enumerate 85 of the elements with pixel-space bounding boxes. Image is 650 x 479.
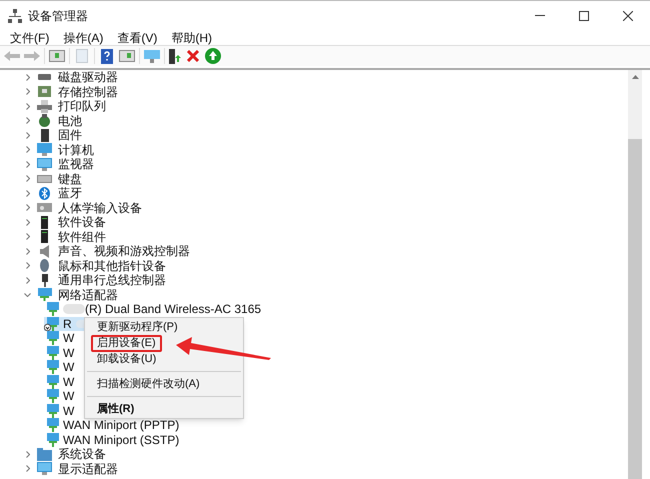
- up-arrow-circle-icon[interactable]: [205, 48, 221, 64]
- panel-icon[interactable]: [49, 50, 65, 62]
- maximize-icon: [579, 10, 589, 20]
- bluetooth-icon: [39, 186, 50, 200]
- keyboard-icon: [37, 174, 52, 183]
- speaker-icon: [40, 244, 49, 258]
- usb-plug-icon: [42, 274, 48, 287]
- menu-item[interactable]: 查看(V): [111, 28, 164, 46]
- context-menu-item[interactable]: 更新驱动程序(P): [97, 320, 178, 334]
- battery-icon: [37, 114, 52, 128]
- category-label[interactable]: 显示适配器: [58, 462, 118, 476]
- monitor-icon[interactable]: [144, 50, 160, 62]
- context-menu-item[interactable]: 启用设备(E): [91, 334, 162, 352]
- expand-chevron-icon[interactable]: [26, 102, 30, 110]
- category-label[interactable]: 软件组件: [58, 230, 106, 244]
- context-menu-item[interactable]: 属性(R): [97, 402, 134, 416]
- expand-chevron-icon[interactable]: [26, 465, 30, 472]
- expand-chevron-icon[interactable]: [26, 117, 30, 124]
- category-label[interactable]: 监视器: [58, 157, 94, 172]
- mouse-icon: [40, 259, 49, 272]
- expand-chevron-icon[interactable]: [26, 218, 30, 226]
- category-label[interactable]: 打印队列: [58, 99, 106, 114]
- minimize-icon: [535, 15, 545, 16]
- expand-chevron-icon[interactable]: [26, 175, 30, 182]
- expand-chevron-icon[interactable]: [26, 74, 30, 81]
- menu-item[interactable]: 文件(F): [4, 28, 56, 46]
- menu-item[interactable]: 帮助(H): [165, 28, 218, 46]
- adapter-label[interactable]: W: [63, 374, 74, 389]
- blur-patch: [63, 304, 85, 314]
- expand-chevron-icon[interactable]: [26, 190, 30, 197]
- expand-chevron-icon[interactable]: [26, 160, 30, 168]
- adapter-label[interactable]: W: [63, 360, 74, 374]
- expand-chevron-icon[interactable]: [26, 262, 30, 270]
- category-label[interactable]: 网络适配器: [58, 288, 118, 302]
- window-title: 设备管理器: [28, 8, 88, 24]
- adapter-label[interactable]: W: [63, 389, 74, 404]
- network-icon: [37, 288, 52, 302]
- expand-chevron-icon[interactable]: [26, 146, 30, 154]
- monitor-icon: [37, 462, 52, 476]
- category-label[interactable]: 蓝牙: [58, 186, 82, 200]
- category-label[interactable]: 鼠标和其他指针设备: [58, 258, 166, 273]
- category-label[interactable]: 人体学输入设备: [58, 200, 142, 215]
- help-icon[interactable]: [101, 48, 113, 64]
- expand-chevron-icon[interactable]: [26, 88, 30, 96]
- scrollbar[interactable]: [628, 70, 642, 479]
- printer-icon: [37, 100, 52, 113]
- adapter-label[interactable]: WAN Miniport (PPTP): [63, 418, 180, 432]
- scroll-up-icon[interactable]: [632, 74, 638, 79]
- category-label[interactable]: 计算机: [58, 142, 94, 157]
- category-label[interactable]: 系统设备: [58, 447, 106, 462]
- collapse-chevron-icon[interactable]: [24, 292, 31, 297]
- category-label[interactable]: 电池: [58, 114, 82, 128]
- adapter-label[interactable]: W: [63, 346, 74, 360]
- firmware-icon: [40, 128, 48, 142]
- close-x-icon[interactable]: [187, 50, 199, 62]
- drive-icon: [37, 74, 52, 80]
- expand-chevron-icon[interactable]: [26, 132, 30, 139]
- expand-chevron-icon[interactable]: [26, 450, 30, 458]
- category-label[interactable]: 软件设备: [58, 215, 106, 230]
- input-device-icon: [37, 203, 52, 212]
- computer-icon: [37, 143, 52, 156]
- expand-chevron-icon[interactable]: [26, 248, 30, 255]
- context-menu-item[interactable]: 卸载设备(U): [97, 352, 156, 366]
- adapter-label[interactable]: W: [63, 331, 74, 346]
- adapter-label[interactable]: WAN Miniport (SSTP): [63, 432, 180, 447]
- category-label[interactable]: 固件: [58, 128, 82, 142]
- folder-icon: [37, 448, 52, 461]
- expand-chevron-icon[interactable]: [26, 204, 30, 212]
- menu-item[interactable]: 操作(A): [57, 28, 110, 46]
- monitor-icon: [37, 158, 52, 171]
- category-label[interactable]: 键盘: [58, 172, 82, 186]
- adapter-label[interactable]: (R) Dual Band Wireless-AC 3165: [85, 302, 262, 316]
- category-label[interactable]: 磁盘驱动器: [58, 70, 118, 84]
- category-label[interactable]: 声音、视频和游戏控制器: [58, 244, 190, 258]
- panel-icon[interactable]: [119, 50, 135, 62]
- expand-chevron-icon[interactable]: [26, 276, 30, 284]
- adapter-label[interactable]: W: [63, 404, 74, 418]
- category-label[interactable]: 存储控制器: [58, 84, 118, 99]
- device-update-icon[interactable]: [169, 48, 181, 64]
- context-menu-item[interactable]: 扫描检测硬件改动(A): [97, 377, 200, 391]
- close-icon: [623, 10, 633, 20]
- category-label[interactable]: 通用串行总线控制器: [58, 273, 166, 288]
- network-tree-icon: [8, 8, 22, 22]
- chip-icon: [37, 85, 52, 98]
- expand-chevron-icon[interactable]: [26, 233, 30, 240]
